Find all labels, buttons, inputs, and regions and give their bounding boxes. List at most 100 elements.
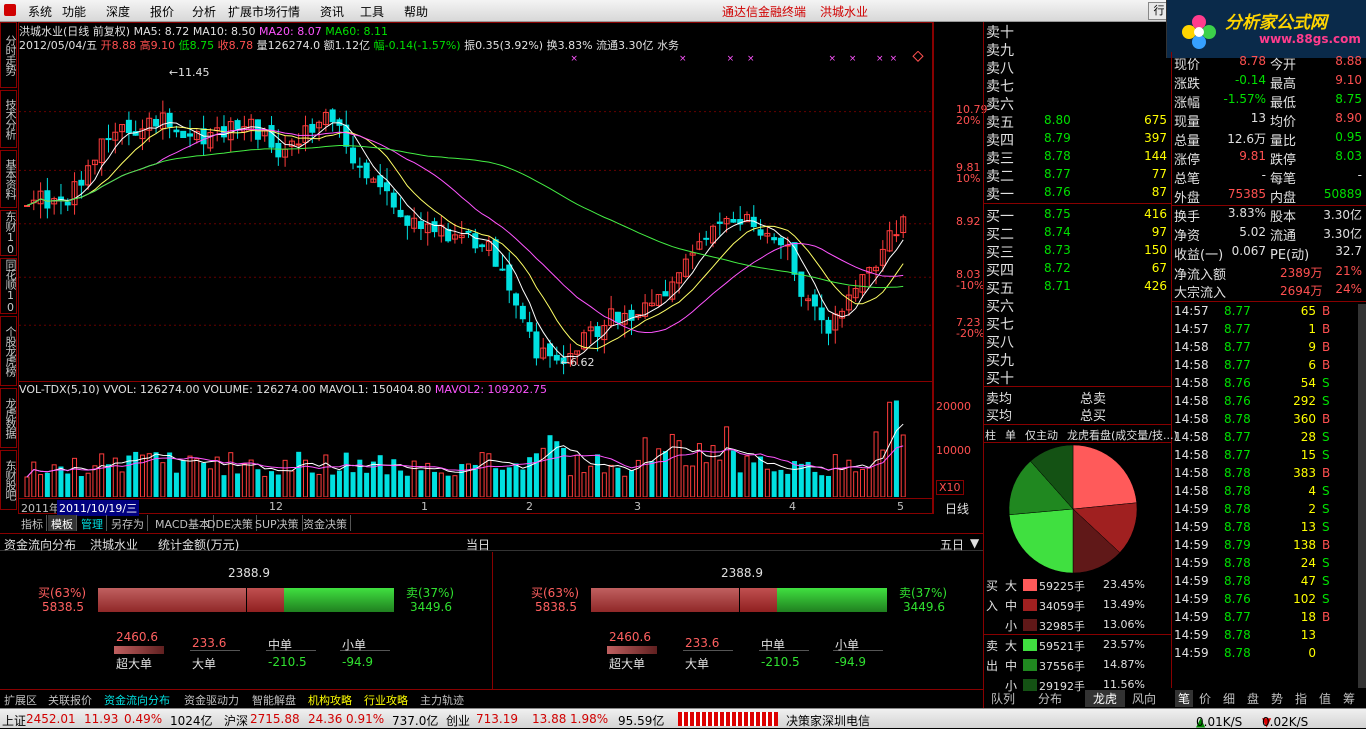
volume-bar [357,459,363,497]
volume-chart[interactable] [19,397,932,497]
tick-price: 8.78 [1224,466,1251,480]
volume-bar [493,468,499,497]
candle-body [44,190,51,209]
bid-price[interactable]: 8.71 [1044,279,1071,293]
candle-body [356,165,363,168]
candle-body [295,143,302,146]
tick-panel-tab[interactable]: 筹 [1343,690,1355,707]
menu-item[interactable]: 功能 [62,3,86,20]
candlestick-chart[interactable]: ←11.45 ←6.62 × × × × × × × × [19,51,932,381]
indicator-tab[interactable]: SUP决策 [252,515,303,531]
ask-price[interactable]: 8.79 [1044,131,1071,145]
ask-price[interactable]: 8.76 [1044,185,1071,199]
right-panel-tab[interactable]: 龙虎 [1085,690,1126,707]
bid-price[interactable]: 8.73 [1044,243,1071,257]
tick-time: 14:58 [1174,358,1209,372]
volume-bar [683,465,689,497]
tick-volume: 13 [1300,628,1316,642]
flow-cat-label: 大单 [192,657,217,671]
candle-body [78,179,85,186]
right-panel-tab[interactable]: 风向 [1132,690,1156,707]
menu-item[interactable]: 深度 [106,3,130,20]
candle-body [363,162,370,179]
menu-item[interactable]: 系统 [28,3,52,20]
tick-panel-tab[interactable]: 势 [1271,690,1283,707]
indicator-tab[interactable]: 资金决策 [300,515,351,531]
candle-body [180,130,187,139]
pie-tab[interactable]: 柱 [985,427,996,443]
bottom-nav-tab[interactable]: 主力轨迹 [420,692,464,708]
dropdown-icon[interactable]: ▼ [970,536,979,550]
tick-panel-tab[interactable]: 价 [1199,690,1211,707]
ask-price[interactable]: 8.78 [1044,149,1071,163]
app-icon[interactable] [4,4,16,16]
quote-value: 3.30亿 [1323,227,1362,241]
bottom-nav-tab[interactable]: 资金流向分布 [104,692,170,708]
tick-panel-tab[interactable]: 细 [1223,690,1235,707]
side-tab[interactable]: 同花顺10 [0,258,17,314]
flow-mid-bar [246,588,284,612]
quote-value: 8.90 [1335,111,1362,125]
bid-price[interactable]: 8.75 [1044,207,1071,221]
quote-value: 8.03 [1335,149,1362,163]
tick-volume: 28 [1300,430,1316,444]
bottom-nav-tab[interactable]: 扩展区 [4,692,37,708]
side-tab[interactable]: 东财10 [0,210,17,256]
tick-panel-tab[interactable]: 值 [1319,690,1331,707]
side-tab[interactable]: 个股龙虎榜 [0,316,17,386]
indicator-tab[interactable]: 另存为 [108,515,148,531]
indicator-tab[interactable]: 管理 [78,515,107,531]
menu-item[interactable]: 帮助 [404,3,428,20]
promo-link[interactable]: 通达信金融终端 [722,3,806,20]
bid-price[interactable]: 8.72 [1044,261,1071,275]
indicator-tab[interactable]: 模板 [48,515,77,531]
bottom-nav-tab[interactable]: 资金驱动力 [184,692,239,708]
right-panel-tab[interactable]: 队列 [991,690,1015,707]
side-tab[interactable]: 基本资料 [0,150,17,208]
volume-bar [173,472,179,497]
menu-item[interactable]: 报价 [150,3,174,20]
tick-price: 8.77 [1224,304,1251,318]
bottom-nav-tab[interactable]: 行业攻略 [364,692,408,708]
candle-body [268,125,275,148]
menu-item[interactable]: 工具 [360,3,384,20]
quote-value: 0.95 [1335,130,1362,144]
bottom-nav-tab[interactable]: 关联报价 [48,692,92,708]
bottom-nav-tab[interactable]: 智能解盘 [252,692,296,708]
side-tab[interactable]: 分时走势 [0,22,17,88]
pie-tab[interactable]: 单 [1005,427,1016,443]
side-tab[interactable]: 龙虎数据 [0,388,17,448]
menu-item[interactable]: 分析 [192,3,216,20]
tick-scrollbar[interactable] [1358,304,1366,688]
bottom-nav-tab[interactable]: 机构攻略 [308,692,352,708]
quote-label: 涨停 [1174,153,1201,168]
quote-label: 最低 [1270,96,1297,111]
indicator-tab[interactable]: DDE决策 [204,515,257,531]
right-panel-tab[interactable]: 分布 [1038,690,1062,707]
tick-price: 8.78 [1224,574,1251,588]
indicator-tab[interactable]: 指标 [18,515,47,531]
side-tab[interactable]: 东财股吧 [0,450,17,510]
pie-tab[interactable]: 仅主动 [1025,427,1058,443]
period-5day[interactable]: 五日 [940,536,964,553]
bid-price[interactable]: 8.74 [1044,225,1071,239]
period-label[interactable]: 日线 [945,500,969,517]
pie-volume: 59521手 [1039,640,1085,653]
menu-item[interactable]: 扩展市场行情 [228,3,300,20]
tick-panel-tab[interactable]: 盘 [1247,690,1259,707]
side-tab[interactable]: 技术分析 [0,90,17,148]
tick-panel-tab[interactable]: 笔 [1175,690,1194,707]
volume-bar [832,454,838,497]
candle-body [547,343,554,357]
menu-item[interactable]: 资讯 [320,3,344,20]
kline-chart-panel[interactable]: 洪城水业(日线 前复权) MA5: 8.72 MA10: 8.50 MA20: … [18,22,933,516]
pie-tab[interactable]: 龙虎看盘(成交量/技...) [1067,427,1178,443]
period-today[interactable]: 当日 [466,536,490,553]
signal-marker: × [828,54,836,64]
volume-bar [703,462,709,497]
tick-panel-tab[interactable]: 指 [1295,690,1307,707]
ask-price[interactable]: 8.77 [1044,167,1071,181]
ask-level-label: 卖十 [986,25,1014,41]
ask-price[interactable]: 8.80 [1044,113,1071,127]
quote-label: 股本 [1270,210,1297,225]
